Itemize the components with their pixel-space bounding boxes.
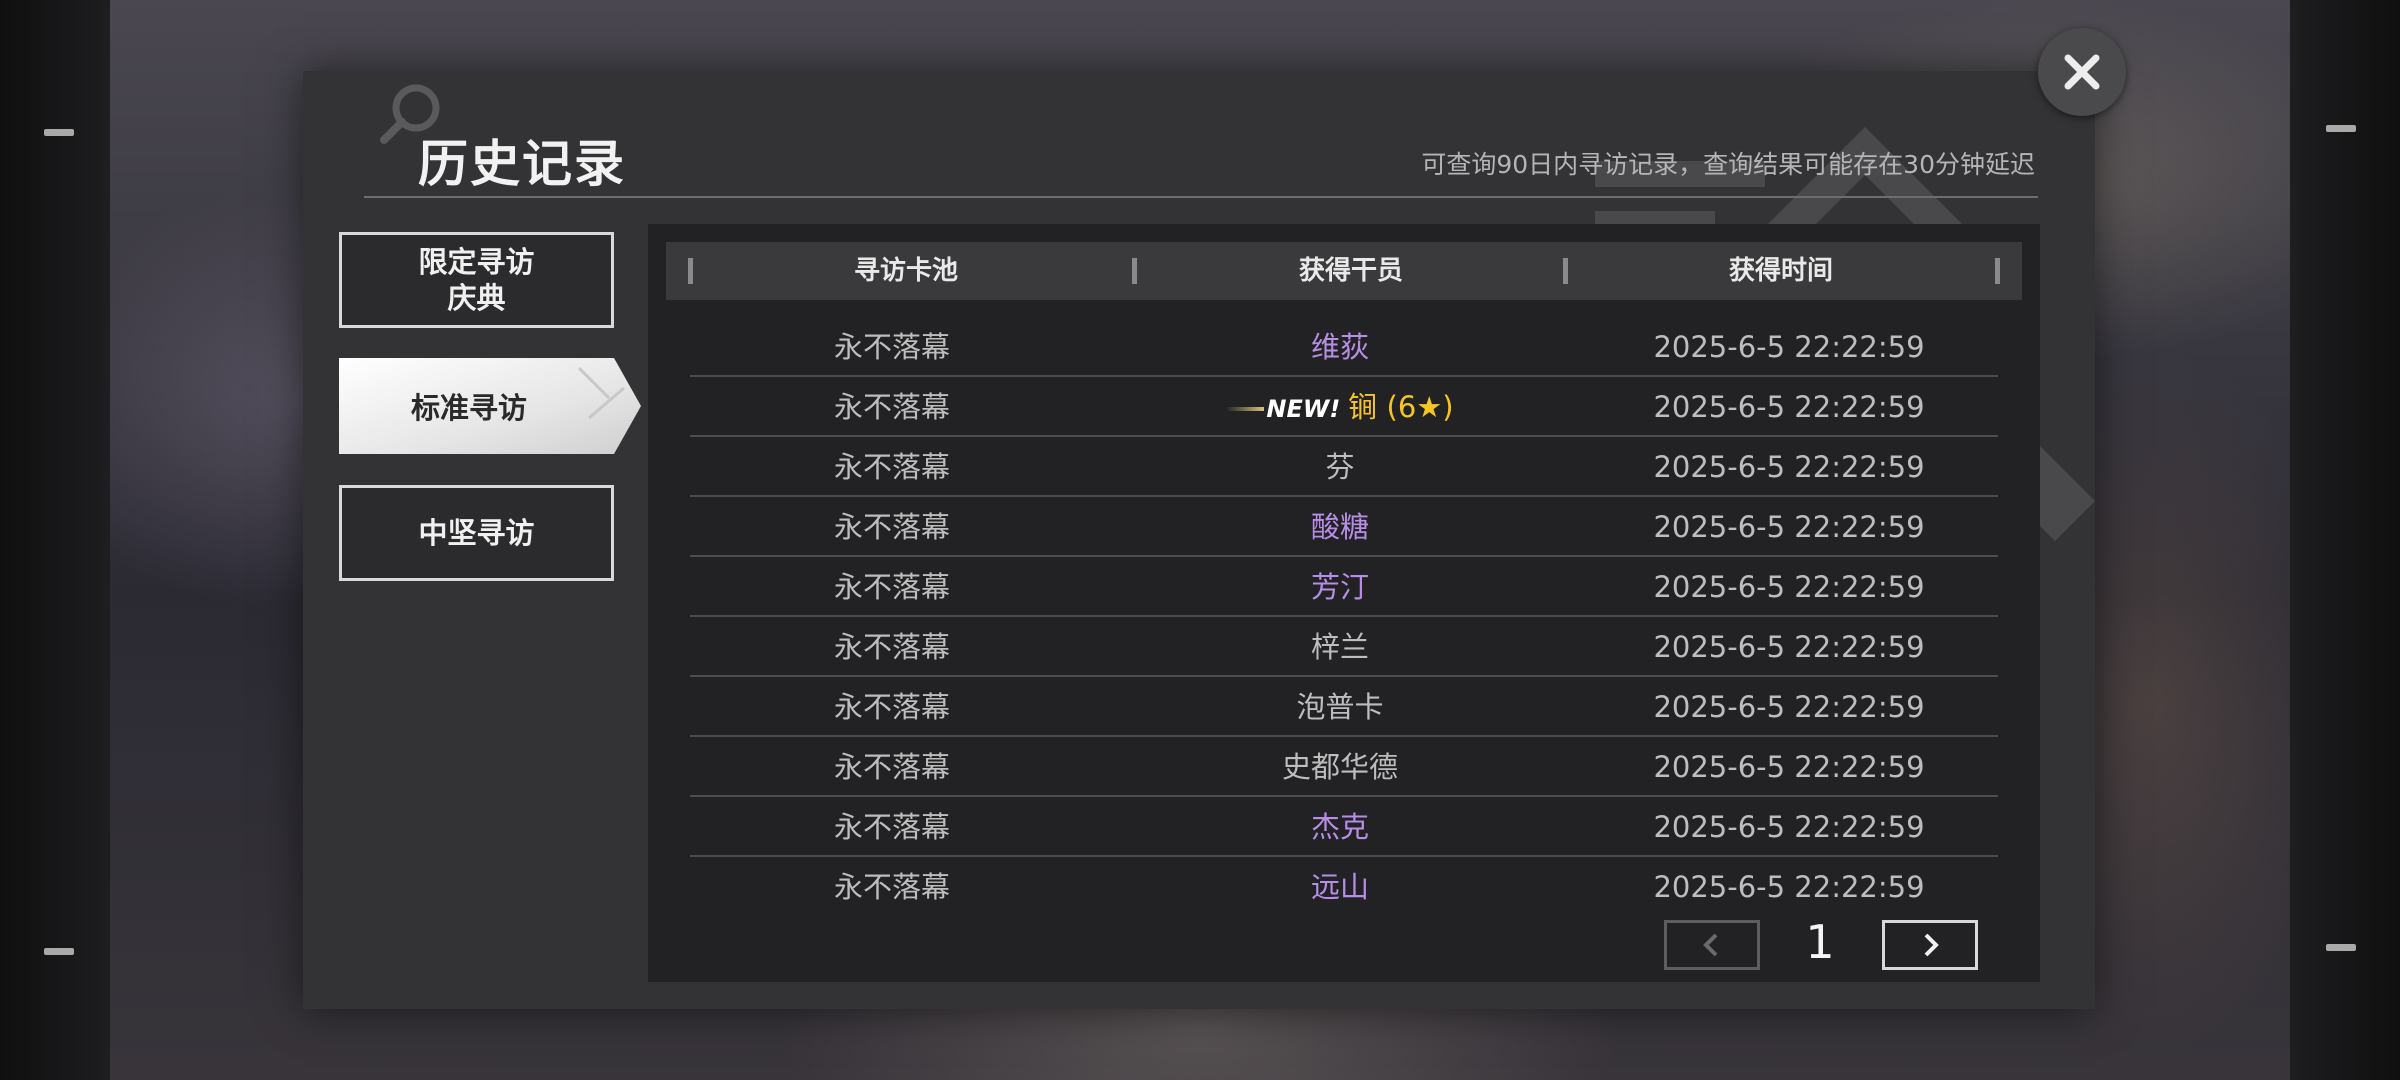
operator-cell: 远山 (1310, 870, 1369, 904)
table-row: 永不落幕 梓兰 2025-6-5 22:22:59 (690, 617, 1998, 677)
operator-cell: 杰克 (1310, 810, 1369, 844)
operator-cell: 梓兰 (1310, 630, 1369, 664)
operator-cell: 泡普卡 (1296, 690, 1384, 724)
time-cell: 2025-6-5 22:22:59 (1653, 330, 1925, 364)
time-cell: 2025-6-5 22:22:59 (1653, 690, 1925, 724)
operator-cell: NEW! 锏 (6★) (1120, 377, 1560, 437)
table-row: 永不落幕 NEW! 锏 (6★) 2025-6-5 22:22:59 (690, 377, 1998, 437)
close-button[interactable] (2038, 28, 2126, 116)
new-badge: NEW! (1266, 395, 1341, 423)
frame-tick (44, 948, 74, 955)
pool-cell: 永不落幕 (833, 630, 950, 664)
table-row: 永不落幕 酸糖 2025-6-5 22:22:59 (690, 497, 1998, 557)
frame-tick (2326, 944, 2356, 951)
header-time: 获得时间 (1728, 256, 1833, 286)
table-row: 永不落幕 史都华德 2025-6-5 22:22:59 (690, 737, 1998, 797)
pool-cell: 永不落幕 (833, 690, 950, 724)
header-separator (688, 258, 693, 284)
time-cell: 2025-6-5 22:22:59 (1653, 810, 1925, 844)
operator-cell: 芬 (1325, 450, 1355, 484)
header-separator (1995, 258, 2000, 284)
tab-standard[interactable]: 标准寻访 (339, 358, 641, 454)
right-frame-bar (2290, 0, 2400, 1080)
table-row: 永不落幕 芳汀 2025-6-5 22:22:59 (690, 557, 1998, 617)
pool-cell: 永不落幕 (833, 870, 950, 904)
table-row: 永不落幕 远山 2025-6-5 22:22:59 (690, 857, 1998, 917)
pool-cell: 永不落幕 (833, 330, 950, 364)
table-header: 寻访卡池 获得干员 获得时间 (666, 242, 2022, 300)
header-operator: 获得干员 (1298, 256, 1403, 286)
operator-cell: 芳汀 (1310, 570, 1369, 604)
pool-cell: 永不落幕 (833, 390, 950, 424)
time-cell: 2025-6-5 22:22:59 (1653, 510, 1925, 544)
header-separator (1563, 258, 1568, 284)
time-cell: 2025-6-5 22:22:59 (1653, 630, 1925, 664)
close-icon (2064, 54, 2100, 90)
time-cell: 2025-6-5 22:22:59 (1653, 390, 1925, 424)
tab-core[interactable]: 中坚寻访 (339, 485, 614, 581)
time-cell: 2025-6-5 22:22:59 (1653, 750, 1925, 784)
time-cell: 2025-6-5 22:22:59 (1653, 570, 1925, 604)
page-number: 1 (1805, 915, 1835, 969)
time-cell: 2025-6-5 22:22:59 (1653, 450, 1925, 484)
table-row: 永不落幕 泡普卡 2025-6-5 22:22:59 (690, 677, 1998, 737)
next-page-button[interactable] (1882, 920, 1978, 970)
chevron-right-icon (1924, 933, 1939, 957)
operator-cell: 维荻 (1310, 330, 1369, 364)
pool-cell: 永不落幕 (833, 510, 950, 544)
title-divider (364, 196, 2038, 198)
tab-limited-festival[interactable]: 限定寻访 庆典 (339, 232, 614, 328)
header-pool: 寻访卡池 (853, 256, 958, 286)
left-frame-bar (0, 0, 110, 1080)
table-row: 永不落幕 杰克 2025-6-5 22:22:59 (690, 797, 1998, 857)
tab-label-line2: 庆典 (447, 281, 506, 315)
pool-cell: 永不落幕 (833, 810, 950, 844)
history-table: 寻访卡池 获得干员 获得时间 永不落幕 维荻 2025-6-5 22:22:59… (648, 224, 2040, 982)
tab-label-line1: 限定寻访 (418, 245, 535, 279)
table-row: 永不落幕 芬 2025-6-5 22:22:59 (690, 437, 1998, 497)
tab-label: 中坚寻访 (418, 516, 535, 550)
chevron-left-icon (1703, 933, 1718, 957)
frame-tick (2326, 125, 2356, 132)
new-streak-decoration (1226, 407, 1265, 411)
pool-cell: 永不落幕 (833, 750, 950, 784)
pool-cell: 永不落幕 (833, 570, 950, 604)
table-row: 永不落幕 维荻 2025-6-5 22:22:59 (690, 317, 1998, 377)
page-title: 历史记录 (418, 135, 626, 193)
time-cell: 2025-6-5 22:22:59 (1653, 870, 1925, 904)
operator-cell: 酸糖 (1310, 510, 1369, 544)
tab-label: 标准寻访 (411, 391, 528, 425)
prev-page-button[interactable] (1664, 920, 1760, 970)
operator-cell: 史都华德 (1281, 750, 1398, 784)
header-separator (1132, 258, 1137, 284)
operator-name: 锏 (6★) (1348, 390, 1454, 424)
frame-tick (44, 129, 74, 136)
query-note: 可查询90日内寻访记录，查询结果可能存在30分钟延迟 (1421, 150, 2035, 179)
pool-cell: 永不落幕 (833, 450, 950, 484)
